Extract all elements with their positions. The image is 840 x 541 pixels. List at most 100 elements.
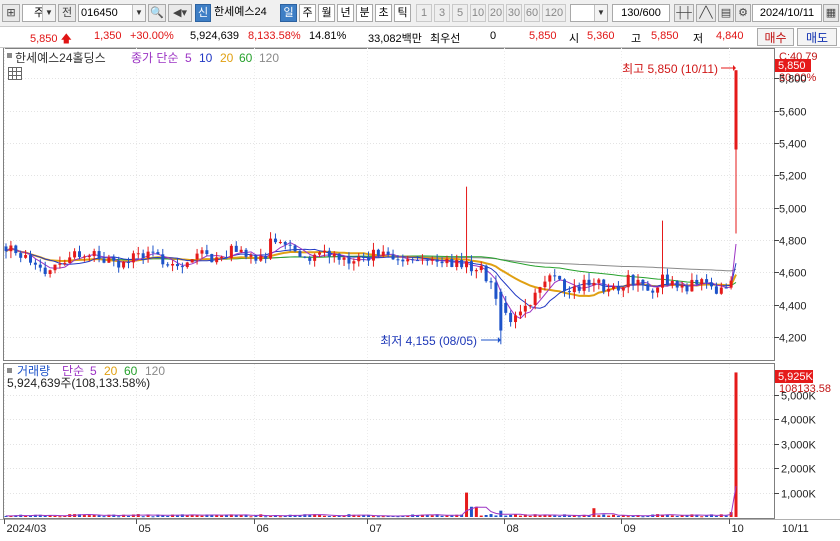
interval-20[interactable]: 20 bbox=[488, 4, 504, 22]
volume-current-readout: 5,924,639주(108,133.58%) bbox=[7, 376, 150, 390]
chart-settings-icon[interactable]: ⊞ bbox=[2, 4, 20, 22]
tab-week[interactable]: 주 bbox=[299, 4, 316, 22]
ma-period-60: 60 bbox=[239, 51, 253, 65]
volume-bar bbox=[641, 516, 645, 518]
volume-bar bbox=[597, 515, 601, 517]
candle-body bbox=[347, 257, 351, 264]
candle-body bbox=[264, 255, 268, 259]
print-icon[interactable]: ▤ bbox=[718, 4, 734, 22]
candle-body bbox=[146, 251, 150, 258]
candle-body bbox=[126, 261, 130, 263]
tab-second[interactable]: 초 bbox=[375, 4, 392, 22]
buy-button[interactable]: 매수 bbox=[757, 28, 794, 46]
candle-body bbox=[450, 258, 454, 267]
price-tick-label: 4,200 bbox=[779, 333, 807, 345]
volume-tick-label: 3,000K bbox=[781, 440, 817, 452]
candle-count-field[interactable]: 130/600 bbox=[612, 4, 670, 22]
volume-bar bbox=[616, 515, 620, 517]
candle-body bbox=[685, 285, 689, 292]
volume-bar bbox=[734, 372, 738, 517]
gear-icon[interactable]: ⚙ bbox=[735, 4, 751, 22]
candle-body bbox=[597, 279, 601, 283]
interval-30[interactable]: 30 bbox=[506, 4, 522, 22]
interval-custom-select[interactable]: ▼ bbox=[570, 4, 608, 22]
candle-body bbox=[494, 282, 498, 299]
volume-bar bbox=[465, 492, 469, 517]
candle-body bbox=[396, 259, 400, 261]
candle-body bbox=[435, 259, 439, 262]
price-change-pct: +30.00% bbox=[130, 30, 174, 42]
ma-period-5: 5 bbox=[185, 51, 192, 65]
best-label: 최우선 bbox=[430, 33, 461, 45]
volume-bar bbox=[371, 516, 375, 518]
candle-body bbox=[288, 244, 292, 246]
candle-body bbox=[107, 257, 111, 263]
current-price: 5,850 🡅 bbox=[30, 30, 72, 49]
volume-bar bbox=[376, 516, 380, 518]
candle-body bbox=[607, 288, 611, 292]
interval-5[interactable]: 5 bbox=[452, 4, 468, 22]
stock-name-field[interactable]: 한세예스24 bbox=[212, 4, 278, 22]
tab-tick[interactable]: 틱 bbox=[394, 4, 411, 22]
candle-body bbox=[455, 260, 459, 267]
tab-minute[interactable]: 분 bbox=[356, 4, 373, 22]
high-annotation: 최고 5,850 (10/11) bbox=[622, 62, 718, 76]
candle-body bbox=[636, 279, 640, 286]
candle-body bbox=[43, 267, 47, 274]
price-panel-title: 한세예스24홀딩스 bbox=[15, 51, 106, 65]
candle-body bbox=[112, 257, 116, 261]
current-price-value: 5,850 bbox=[30, 33, 58, 45]
time-tick-label: 10/11 bbox=[782, 523, 809, 535]
volume-bar bbox=[675, 515, 679, 517]
candle-toggle-icon[interactable]: ┼┼ bbox=[674, 4, 694, 22]
candle-body bbox=[367, 258, 371, 261]
period-mode-button[interactable]: 전 bbox=[58, 4, 76, 22]
candle-body bbox=[332, 253, 336, 257]
candle-body bbox=[700, 279, 704, 285]
candle-body bbox=[577, 286, 581, 291]
market-select[interactable]: 주 ▼ bbox=[22, 4, 56, 22]
candle-body bbox=[357, 257, 361, 262]
candle-body bbox=[82, 256, 86, 258]
open-price: 5,360 bbox=[587, 30, 615, 42]
line-draw-icon[interactable]: ╱╲ bbox=[696, 4, 716, 22]
interval-1[interactable]: 1 bbox=[416, 4, 432, 22]
stock-code-input[interactable]: 016450 ▼ bbox=[78, 4, 146, 22]
interval-3[interactable]: 3 bbox=[434, 4, 450, 22]
volume-panel-menu-icon[interactable] bbox=[7, 368, 12, 373]
tab-day[interactable]: 일 bbox=[280, 4, 297, 22]
candle-body bbox=[469, 261, 473, 272]
calendar-icon[interactable]: ▦ bbox=[823, 4, 839, 22]
candle-body bbox=[553, 275, 557, 277]
price-tick-label: 5,600 bbox=[779, 107, 807, 119]
candle-body bbox=[499, 291, 503, 331]
tab-year[interactable]: 년 bbox=[337, 4, 354, 22]
candle-body bbox=[474, 270, 478, 272]
candle-body bbox=[244, 249, 248, 257]
sell-button[interactable]: 매도 bbox=[797, 28, 837, 46]
candle-body bbox=[141, 253, 145, 258]
candle-body bbox=[710, 282, 714, 287]
candle-body bbox=[391, 254, 395, 260]
grid-toggle-icon[interactable] bbox=[8, 67, 22, 80]
candle-body bbox=[117, 260, 121, 268]
interval-60[interactable]: 60 bbox=[524, 4, 540, 22]
candle-body bbox=[465, 261, 469, 268]
volume-bar bbox=[126, 515, 130, 517]
tab-month[interactable]: 월 bbox=[318, 4, 335, 22]
sound-icon[interactable]: ◀▾ bbox=[168, 4, 192, 22]
stock-chart[interactable]: 한세예스24홀딩스 종가 단순 5 10 20 60 120 최고 5,850 … bbox=[0, 48, 840, 541]
interval-10[interactable]: 10 bbox=[470, 4, 486, 22]
panel-menu-icon[interactable] bbox=[7, 53, 12, 58]
candle-body bbox=[337, 253, 341, 260]
candle-body bbox=[215, 257, 219, 263]
candle-body bbox=[386, 251, 390, 255]
date-field[interactable]: 2024/10/11 bbox=[752, 4, 822, 22]
search-icon[interactable]: 🔍 bbox=[148, 4, 166, 22]
new-badge: 신 bbox=[195, 4, 211, 22]
volume-bar bbox=[24, 515, 28, 517]
candle-body bbox=[665, 274, 669, 286]
volume-tick-label: 2,000K bbox=[781, 464, 817, 476]
interval-120[interactable]: 120 bbox=[542, 4, 566, 22]
volume-bar bbox=[700, 516, 704, 518]
